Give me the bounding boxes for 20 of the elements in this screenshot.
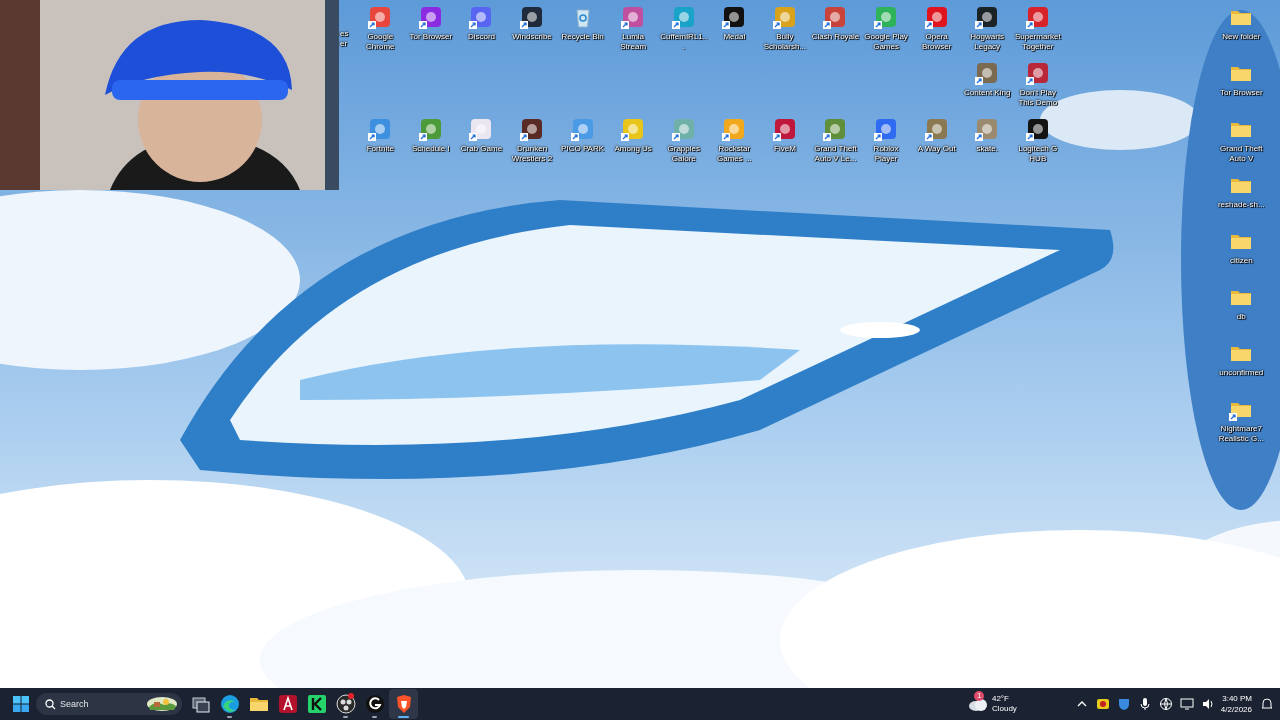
k-logo-icon	[305, 693, 328, 715]
alert-badge: 1	[973, 691, 985, 701]
microphone-icon[interactable]	[1137, 697, 1152, 711]
notification-bell-icon[interactable]	[1260, 697, 1274, 711]
g-logo-icon	[363, 693, 386, 715]
recorder-icon	[334, 693, 357, 715]
shield-icon[interactable]	[1116, 697, 1131, 711]
clock-date[interactable]: 4/2/2026	[1220, 704, 1252, 715]
windows-start-icon[interactable]	[10, 693, 32, 715]
swirl-icon	[218, 693, 241, 715]
volume-icon[interactable]	[1200, 697, 1215, 711]
taskbar-app-button[interactable]	[389, 689, 418, 719]
temperature[interactable]: 42°F	[991, 694, 1017, 704]
search-icon	[45, 699, 56, 710]
weather-condition[interactable]: Cloudy	[991, 704, 1017, 714]
a-logo-icon	[276, 693, 299, 715]
network-icon[interactable]	[1158, 697, 1173, 711]
monitor-icon[interactable]	[1179, 697, 1194, 711]
clock-time[interactable]: 3:40 PM	[1222, 693, 1252, 704]
tray-app-icon[interactable]	[1095, 697, 1110, 711]
